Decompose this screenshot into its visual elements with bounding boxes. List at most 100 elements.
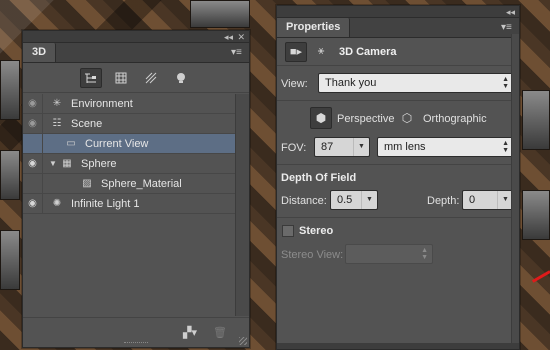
- panel-3d-tabbar: 3D ▾≡: [23, 43, 249, 63]
- collapse-icon[interactable]: ◂◂: [224, 31, 233, 43]
- depth-value: 0: [469, 194, 476, 206]
- material-filter-icon: [145, 72, 157, 83]
- visibility-eye-icon[interactable]: ◉: [23, 193, 43, 214]
- depth-input[interactable]: 0 ▼: [462, 190, 514, 210]
- filter-whole-scene-button[interactable]: [80, 67, 102, 88]
- scene-block: [522, 190, 550, 240]
- filter-lights-button[interactable]: [170, 68, 192, 88]
- distance-label: Distance:: [281, 195, 327, 207]
- scene-block: [522, 90, 550, 150]
- scene-block: [190, 0, 250, 28]
- stereo-label: Stereo: [299, 225, 334, 237]
- visibility-eye-icon[interactable]: [23, 173, 43, 194]
- view-label: View:: [281, 78, 308, 90]
- updown-arrows-icon: ▲ ▼: [502, 76, 509, 90]
- visibility-eye-icon[interactable]: ◉: [23, 93, 43, 114]
- properties-bottom-bar: [277, 343, 519, 349]
- properties-scrollbar[interactable]: [511, 34, 519, 349]
- fov-unit-value: mm lens: [384, 141, 426, 153]
- fov-value: 87: [321, 141, 334, 153]
- orthographic-label: Orthographic: [423, 113, 487, 125]
- fov-label: FOV:: [281, 142, 307, 154]
- mesh-icon: ▦: [62, 158, 72, 169]
- scene-block: [0, 150, 20, 200]
- visibility-eye-icon[interactable]: ◉: [23, 113, 43, 134]
- filter-toolbar: [23, 63, 249, 93]
- depth-label: Depth:: [427, 195, 460, 207]
- tree-row-infinite-light[interactable]: ◉ ✺ Infinite Light 1: [23, 193, 236, 214]
- distance-input[interactable]: 0.5 ▼: [330, 190, 378, 210]
- environment-icon: ✳: [52, 98, 62, 109]
- tree-row-environment[interactable]: ◉ ✳ Environment: [23, 93, 236, 114]
- mesh-filter-icon: [115, 72, 127, 83]
- distance-value: 0.5: [337, 194, 353, 206]
- camera-icon: ▭: [66, 138, 76, 149]
- properties-title: 3D Camera: [339, 45, 397, 58]
- chevron-down-icon[interactable]: ▼: [353, 138, 369, 156]
- scene-tree: ◉ ✳ Environment ◉ ☷ Scene ▭ Current View…: [23, 93, 236, 316]
- tree-row-current-view[interactable]: ▭ Current View: [23, 133, 236, 154]
- view-select[interactable]: Thank you ▲ ▼: [318, 73, 514, 93]
- tree-label: Infinite Light 1: [71, 197, 140, 210]
- collapse-icon[interactable]: ◂◂: [506, 6, 515, 18]
- stereo-checkbox[interactable]: [282, 225, 294, 237]
- expand-caret-icon[interactable]: ▼: [49, 159, 59, 168]
- coordinates-icon[interactable]: ⚹: [313, 45, 329, 58]
- divider: [277, 100, 519, 101]
- filter-meshes-button[interactable]: [110, 68, 132, 88]
- scene-block: [0, 60, 20, 120]
- panel-3d-topbar[interactable]: ◂◂ ✕: [23, 31, 249, 43]
- new-object-icon[interactable]: ▞▾: [183, 326, 197, 339]
- stereo-view-select[interactable]: ▲ ▼: [345, 244, 433, 264]
- light-icon: ✺: [52, 198, 62, 209]
- close-icon[interactable]: ✕: [237, 31, 245, 43]
- light-filter-icon: [177, 72, 185, 83]
- filter-materials-button[interactable]: [140, 68, 162, 88]
- panel-menu-icon[interactable]: ▾≡: [501, 23, 513, 33]
- tree-row-scene[interactable]: ◉ ☷ Scene: [23, 113, 236, 134]
- visibility-eye-icon[interactable]: ◉: [23, 153, 43, 174]
- tree-scrollbar[interactable]: [235, 94, 249, 316]
- orthographic-button[interactable]: ⬡: [396, 107, 418, 129]
- scene-icon: ☷: [52, 118, 62, 129]
- updown-arrows-icon: ▲ ▼: [502, 140, 509, 154]
- fov-input[interactable]: 87 ▼: [314, 137, 370, 157]
- divider: [277, 164, 519, 165]
- view-select-value: Thank you: [325, 77, 377, 89]
- tree-label: Environment: [71, 97, 133, 110]
- perspective-cube-icon: ⬢: [315, 111, 327, 125]
- trash-icon[interactable]: 🗑: [213, 326, 227, 339]
- corner-resize-icon[interactable]: [239, 337, 247, 345]
- orthographic-cube-icon: ⬡: [401, 111, 413, 125]
- stereo-view-label: Stereo View:: [281, 249, 344, 261]
- depth-of-field-title: Depth Of Field: [281, 172, 357, 184]
- panel-3d: ◂◂ ✕ 3D ▾≡ ◉ ✳ Environment ◉ ☷ Scene ▭ C…: [22, 30, 250, 348]
- tree-row-sphere[interactable]: ◉ ▼ ▦ Sphere: [23, 153, 236, 174]
- tree-label: Scene: [71, 117, 103, 130]
- camera-icon[interactable]: ■▸: [285, 41, 307, 62]
- tab-3d[interactable]: 3D: [23, 43, 57, 62]
- fov-unit-select[interactable]: mm lens ▲ ▼: [377, 137, 514, 157]
- perspective-label: Perspective: [337, 113, 395, 125]
- chevron-down-icon[interactable]: ▼: [361, 191, 377, 209]
- scene-filter-icon: [85, 73, 96, 83]
- panel-properties-topbar[interactable]: ◂◂: [277, 6, 519, 18]
- tree-label: Sphere_Material: [101, 177, 182, 190]
- panel-properties: ◂◂ Properties ▾≡ ■▸ ⚹ 3D Camera View: Th…: [276, 5, 520, 350]
- perspective-button[interactable]: ⬢: [310, 107, 332, 129]
- resize-grip-handle[interactable]: [124, 342, 148, 344]
- panel-properties-tabbar: Properties ▾≡: [277, 18, 519, 38]
- material-icon: ▨: [82, 178, 92, 189]
- visibility-eye-icon[interactable]: [23, 133, 43, 154]
- properties-header: ■▸ ⚹ 3D Camera: [277, 38, 519, 66]
- axis-line: [531, 270, 550, 283]
- tab-properties[interactable]: Properties: [277, 18, 351, 37]
- divider: [277, 217, 519, 218]
- panel-menu-icon[interactable]: ▾≡: [231, 48, 243, 58]
- updown-arrows-icon: ▲ ▼: [421, 247, 428, 261]
- tree-label: Sphere: [81, 157, 117, 170]
- panel-3d-footer: ▞▾ 🗑: [23, 317, 249, 347]
- scene-block: [0, 230, 20, 290]
- tree-row-sphere-material[interactable]: ▨ Sphere_Material: [23, 173, 236, 194]
- tree-label: Current View: [85, 137, 149, 150]
